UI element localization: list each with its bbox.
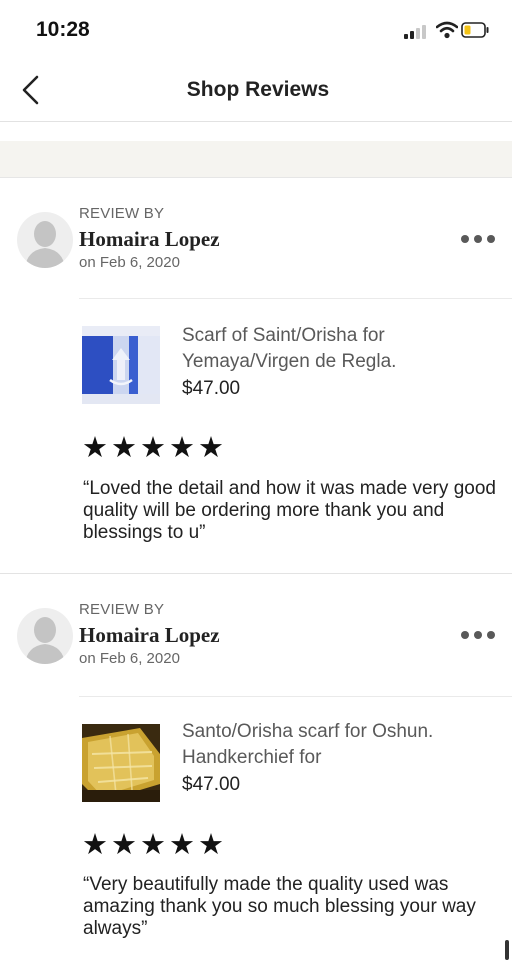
star-rating: ★ ★ ★ ★ ★ (82, 433, 227, 463)
item-thumbnail[interactable] (82, 724, 160, 802)
star-icon: ★ (198, 829, 224, 861)
review-card: REVIEW BY Homaira Lopez on Feb 6, 2020 S… (0, 574, 512, 960)
more-options-icon[interactable] (460, 229, 496, 249)
status-bar: 10:28 (0, 0, 512, 60)
item-divider (79, 298, 512, 299)
star-icon: ★ (140, 829, 166, 861)
reviewer-name[interactable]: Homaira Lopez (79, 227, 220, 252)
star-icon: ★ (82, 829, 108, 861)
page-title: Shop Reviews (186, 78, 330, 101)
review-by-label: REVIEW BY (79, 601, 165, 618)
review-card: REVIEW BY Homaira Lopez on Feb 6, 2020 S… (0, 178, 512, 573)
person-silhouette-icon (25, 221, 65, 268)
gold-scarf-image (82, 724, 160, 802)
review-date: on Feb 6, 2020 (79, 254, 180, 271)
wifi-icon (436, 21, 458, 39)
star-icon: ★ (111, 829, 137, 861)
review-by-label: REVIEW BY (79, 205, 165, 222)
item-price: $47.00 (182, 378, 241, 399)
star-icon: ★ (82, 432, 108, 464)
avatar (17, 608, 73, 664)
more-options-icon[interactable] (460, 625, 496, 645)
item-thumbnail[interactable] (82, 326, 160, 404)
star-icon: ★ (111, 432, 137, 464)
star-rating: ★ ★ ★ ★ ★ (82, 830, 227, 860)
star-icon: ★ (140, 432, 166, 464)
item-price: $47.00 (182, 774, 241, 795)
blue-scarf-image (82, 326, 160, 404)
scrollbar[interactable] (505, 940, 509, 960)
reviewer-name[interactable]: Homaira Lopez (79, 623, 220, 648)
star-icon: ★ (169, 829, 195, 861)
person-silhouette-icon (25, 617, 65, 664)
review-date: on Feb 6, 2020 (79, 650, 180, 667)
item-divider (79, 696, 512, 697)
review-text: “Loved the detail and how it was made ve… (83, 478, 496, 543)
star-icon: ★ (198, 432, 224, 464)
signal-icon (404, 23, 430, 39)
avatar (17, 212, 73, 268)
nav-bar: Shop Reviews (0, 60, 512, 122)
status-time: 10:28 (36, 18, 90, 41)
item-title[interactable]: Santo/Orisha scarf for Oshun. Handkerchi… (182, 719, 492, 771)
battery-icon (461, 22, 489, 38)
star-icon: ★ (169, 432, 195, 464)
review-text: “Very beautifully made the quality used … (83, 874, 476, 939)
item-title[interactable]: Scarf of Saint/Orisha for Yemaya/Virgen … (182, 323, 492, 375)
section-band (0, 141, 512, 178)
